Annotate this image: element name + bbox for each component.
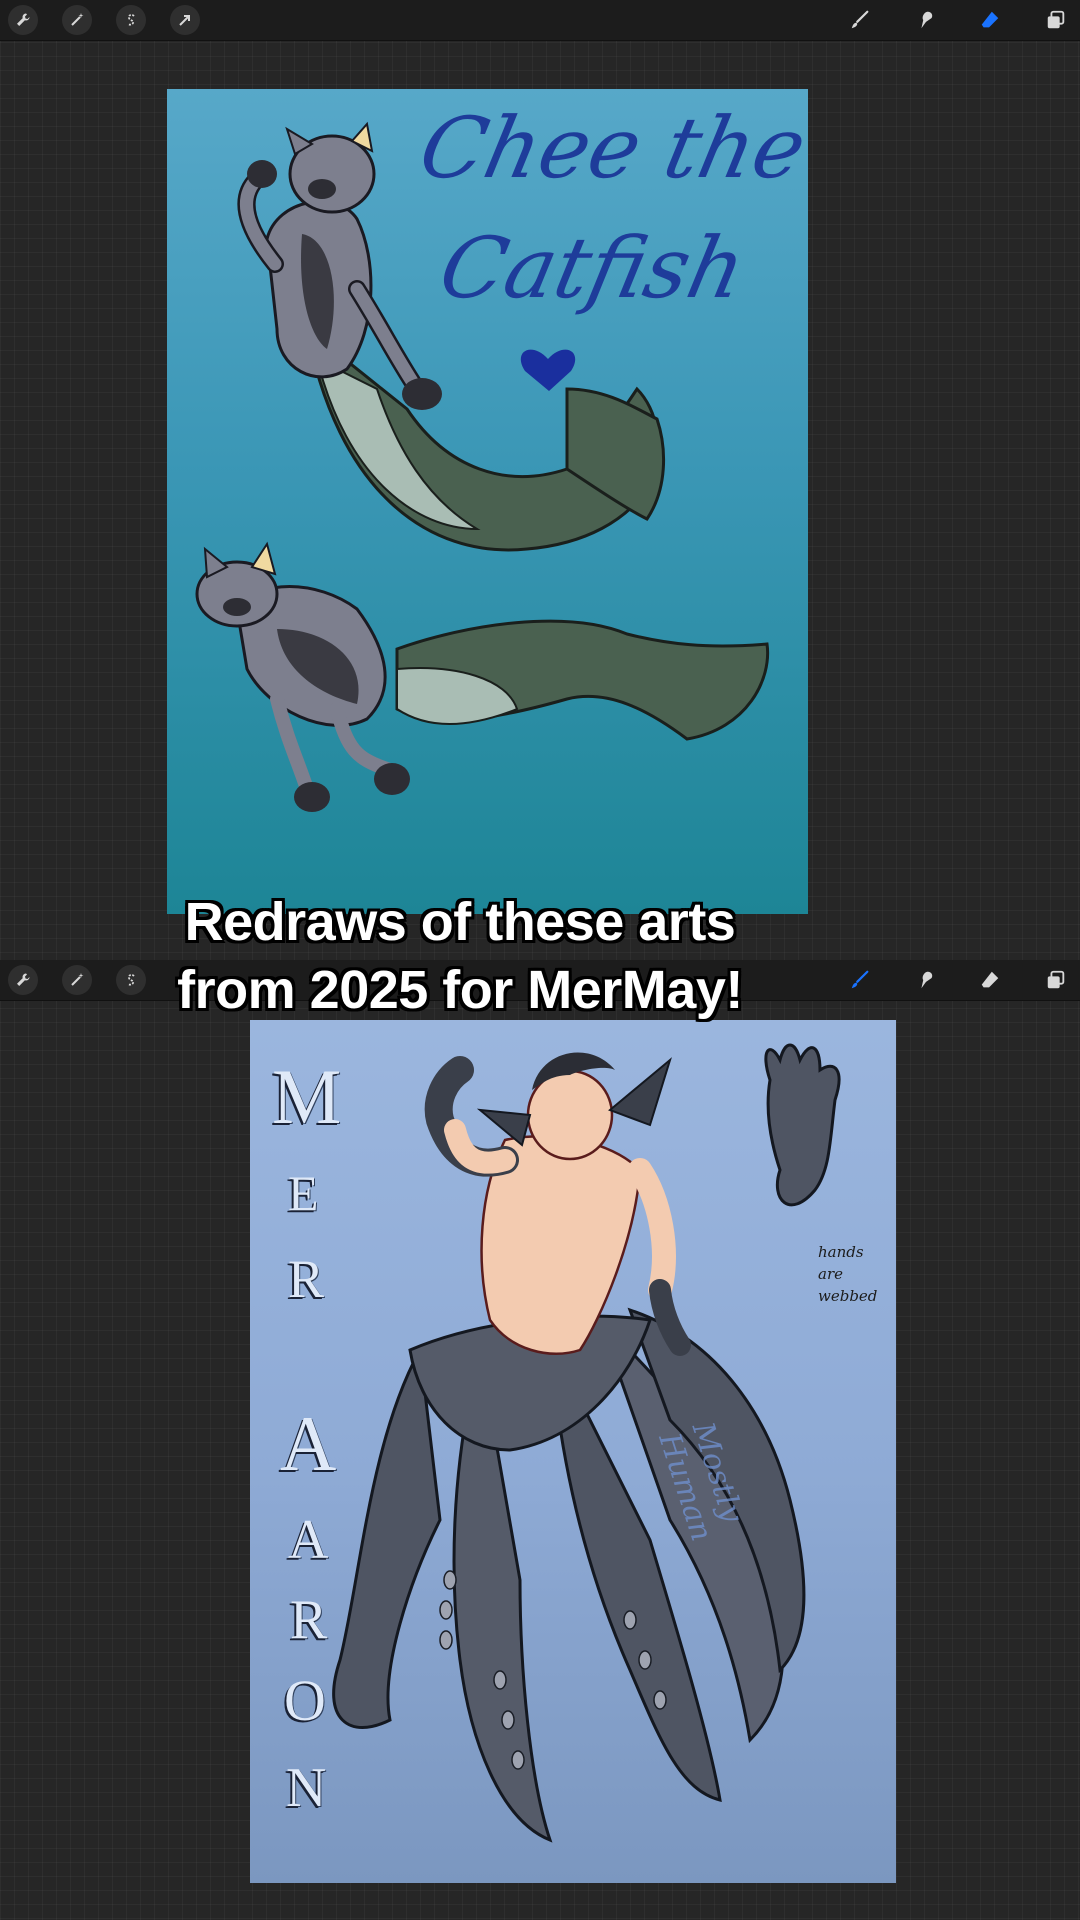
title-letter-m: M — [272, 1053, 342, 1140]
title-letter-n: N — [286, 1757, 327, 1819]
toolbar-top — [0, 0, 1080, 41]
artwork-title-line-2: Catfish — [431, 219, 754, 317]
smudge-icon[interactable] — [910, 4, 942, 36]
layers-icon[interactable] — [1040, 4, 1072, 36]
catfish-drawing — [195, 121, 770, 812]
wrench-icon[interactable] — [8, 5, 38, 35]
note-are: are — [818, 1265, 843, 1283]
brush-icon[interactable] — [844, 4, 876, 36]
artwork-title-line-1: Chee the — [411, 99, 808, 197]
note-webbed: webbed — [818, 1287, 878, 1305]
arrow-icon[interactable] — [170, 5, 200, 35]
title-letter-o: O — [284, 1668, 326, 1733]
eraser-icon[interactable] — [974, 964, 1006, 996]
artwork-canvas-catfish[interactable]: Chee the Catfish — [167, 89, 808, 914]
mer-aaron-drawing — [332, 1043, 841, 1843]
selection-s-icon[interactable] — [116, 5, 146, 35]
layers-icon[interactable] — [1040, 964, 1072, 996]
eraser-icon[interactable] — [974, 4, 1006, 36]
title-letter-r: R — [288, 1249, 325, 1309]
artwork-canvas-mer-aaron[interactable]: M E R A A R O N hands are webbed Mostly … — [250, 1020, 896, 1883]
magic-wand-icon[interactable] — [62, 5, 92, 35]
title-letter-a1: A — [280, 1400, 337, 1487]
title-letter-a2: A — [288, 1509, 329, 1571]
caption-line-2: from 2025 for MerMay! — [177, 960, 743, 1020]
title-letter-e: E — [288, 1165, 319, 1221]
title-letter-r2: R — [290, 1589, 328, 1651]
note-hands: hands — [818, 1243, 864, 1261]
caption-line-1: Redraws of these arts — [184, 892, 736, 952]
